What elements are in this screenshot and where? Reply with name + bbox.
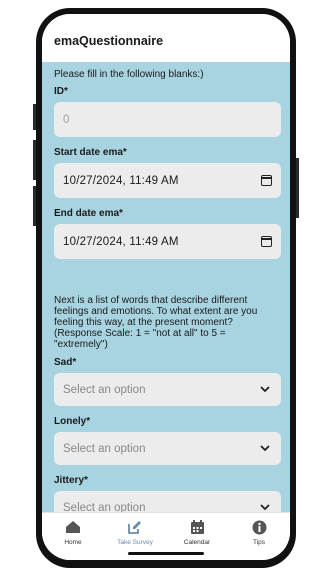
end-date-input[interactable]: 10/27/2024, 11:49 AM [54,224,281,259]
volume-button [33,186,36,226]
form-intro: Please fill in the following blanks:) [54,69,204,80]
tab-tips[interactable]: Tips [228,513,290,560]
app-header: emaQuestionnaire [42,14,290,62]
id-placeholder: 0 [63,113,70,126]
phone-frame: emaQuestionnaire Please fill in the foll… [33,8,299,568]
question-jittery: Jittery* Select an option [54,475,281,512]
end-date-group: End date ema* 10/27/2024, 11:49 AM [54,208,281,259]
end-date-label: End date ema* [54,208,123,219]
survey-form[interactable]: Please fill in the following blanks:) ID… [42,62,290,512]
instructions-paragraph: Next is a list of words that describe di… [54,295,278,350]
tab-label: Tips [252,539,266,546]
instructions-line: "extremely") [54,339,108,350]
home-indicator[interactable] [128,552,204,555]
volume-button [33,140,36,180]
calendar-picker-icon[interactable] [261,236,272,247]
id-field-group: ID* 0 [54,86,281,137]
instructions-line: (Response Scale: 1 = "not at all" to 5 = [54,328,226,339]
sad-select[interactable]: Select an option [54,373,281,406]
chevron-down-icon [258,442,272,456]
select-placeholder: Select an option [63,442,146,455]
info-icon [250,519,268,535]
tab-label: Home [64,539,82,546]
tab-label: Take Survey [117,539,153,546]
start-date-value: 10/27/2024, 11:49 AM [63,174,179,187]
edit-icon [126,519,144,535]
volume-button [33,104,36,130]
id-input[interactable]: 0 [54,102,281,137]
id-label: ID* [54,86,68,97]
jittery-select[interactable]: Select an option [54,491,281,512]
select-placeholder: Select an option [63,501,146,513]
question-label: Lonely* [54,416,91,427]
end-date-value: 10/27/2024, 11:49 AM [63,235,179,248]
question-label: Jittery* [54,475,88,486]
calendar-picker-icon[interactable] [261,175,272,186]
instructions-line: feelings and emotions. To what extent ar… [54,306,258,317]
chevron-down-icon [258,383,272,397]
question-sad: Sad* Select an option [54,357,281,406]
instructions-line: feeling this way, at the present moment? [54,317,233,328]
instructions-line: Next is a list of words that describe di… [54,295,248,306]
chevron-down-icon [258,501,272,513]
question-label: Sad* [54,357,77,368]
tab-home[interactable]: Home [42,513,104,560]
tab-label: Calendar [183,539,211,546]
start-date-input[interactable]: 10/27/2024, 11:49 AM [54,163,281,198]
app-title: emaQuestionnaire [54,34,164,48]
calendar-icon [188,519,206,535]
lonely-select[interactable]: Select an option [54,432,281,465]
start-date-label: Start date ema* [54,147,127,158]
select-placeholder: Select an option [63,383,146,396]
start-date-group: Start date ema* 10/27/2024, 11:49 AM [54,147,281,198]
question-lonely: Lonely* Select an option [54,416,281,465]
power-button [296,158,299,218]
phone-screen: emaQuestionnaire Please fill in the foll… [42,14,290,560]
home-icon [64,519,82,535]
